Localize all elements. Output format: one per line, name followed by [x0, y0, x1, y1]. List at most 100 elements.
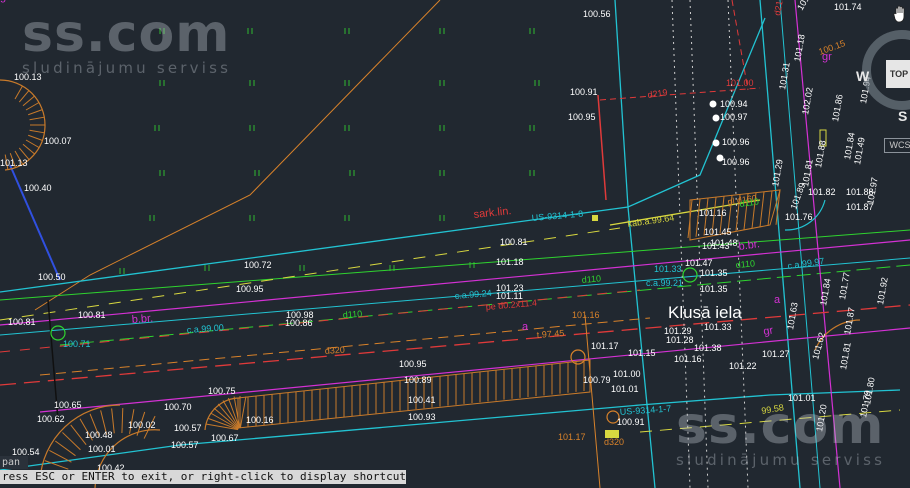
elevation-label: 101.74: [834, 2, 862, 12]
elevation-label: 100.67: [211, 433, 239, 443]
elevation-label: 100.79: [583, 375, 611, 385]
elevation-label: 100.72: [244, 260, 272, 270]
elevation-label: d110: [342, 309, 362, 320]
elevation-label: 101.33: [704, 322, 732, 332]
wcs-menu-button[interactable]: WCS: [884, 138, 910, 153]
elevation-label: sark.lin.: [473, 205, 512, 221]
elevation-label: 101.31: [777, 61, 792, 90]
elevation-label: 100.70: [164, 402, 192, 412]
elevation-label: 100.56: [583, 9, 611, 19]
elevation-label: 101.81: [838, 341, 853, 370]
elevation-label: 100.07: [44, 136, 72, 146]
elevation-label: 100.01: [88, 444, 116, 454]
elevation-label: 100.81: [78, 310, 106, 320]
manhole-symbol-2: [570, 349, 586, 365]
compass-south-label: S: [898, 108, 908, 124]
elevation-label: 100.48: [85, 430, 113, 440]
elevation-label: 101.17: [591, 341, 619, 351]
elevation-label: 100.86: [285, 318, 313, 328]
valve-dot-1: [709, 100, 717, 108]
elevation-label: 101.92: [875, 276, 890, 305]
elevation-label: 100.71: [63, 339, 91, 349]
elevation-label: 101.01: [611, 384, 639, 394]
elevation-label: 100.89: [404, 375, 432, 385]
elevation-label: d219: [772, 0, 785, 16]
elevation-label: 100.81: [8, 317, 36, 327]
elevation-label: 101.22: [729, 361, 757, 371]
elevation-label: 101.69: [795, 0, 817, 12]
elevation-label: 101.35: [700, 284, 728, 294]
elevation-label: 101.28: [666, 335, 694, 345]
elevation-label: US-9314-1-8: [531, 209, 583, 223]
elevation-label: 99.58: [761, 402, 785, 416]
viewcube-top-face[interactable]: TOP: [886, 60, 910, 88]
red-line-3: [597, 94, 607, 201]
elevation-label: 101.63: [785, 301, 800, 330]
grass-hatch-marks: [119, 28, 540, 274]
elevation-label: 101.29: [770, 158, 785, 187]
elevation-label: 100.02: [128, 420, 156, 430]
elevation-label: 100.81: [500, 237, 528, 247]
pipe-line-d110: [0, 229, 910, 301]
elevation-label: a: [774, 294, 781, 306]
elevation-label: 100.95: [399, 359, 427, 369]
elevation-label: 101.48: [710, 238, 738, 248]
hydrant-symbol: [50, 325, 66, 341]
elevation-label: 101.16: [699, 208, 727, 218]
elevation-label: 100.91: [570, 87, 598, 97]
boundary-magenta-1: [0, 239, 910, 326]
elevation-label: pe d0.2x11.4: [485, 298, 537, 312]
elevation-label: t.97.45: [536, 328, 564, 340]
orange-line-d320: [39, 317, 651, 376]
elevation-label: 100.40: [24, 183, 52, 193]
command-line-prompt[interactable]: ress ESC or ENTER to exit, or right-clic…: [0, 470, 406, 484]
elevation-label: d110: [581, 273, 601, 285]
elevation-label: 101.18: [496, 257, 524, 267]
elevation-label: 100.16: [246, 415, 274, 425]
elevation-label: 101.35: [700, 268, 728, 278]
viewcube[interactable]: TOP W S WCS: [856, 30, 910, 156]
elevation-label: kab.a.99.64: [627, 213, 675, 229]
elevation-label: 100.15: [817, 38, 846, 57]
elevation-label: 101.47: [685, 258, 713, 268]
elevation-label: 100.65: [54, 400, 82, 410]
red-line-2: [0, 289, 641, 353]
elevation-label: b.br.: [131, 313, 153, 326]
elevation-label: b.br.: [738, 238, 761, 253]
elevation-label: 101.86: [830, 93, 845, 122]
elevation-label: d110: [739, 196, 760, 209]
elevation-label: 101.97: [865, 176, 880, 205]
elevation-label: 100.95: [236, 284, 264, 294]
elevation-label: 102.02: [800, 86, 815, 115]
street-name: Klusā iela: [668, 303, 742, 322]
elevation-label: 100.93: [408, 412, 436, 422]
elevation-label: a: [522, 321, 529, 333]
elevation-label: 101.84: [818, 277, 833, 306]
elevation-label: 101.81: [800, 158, 815, 187]
elevation-label: 100.96: [722, 157, 750, 167]
elevation-label: 101.00: [726, 78, 754, 88]
elevation-label: 101.33: [654, 264, 682, 274]
elevation-label: 100.13: [14, 72, 42, 82]
elevation-label: 100.97: [720, 112, 748, 122]
elevation-label: c.a.99.00: [186, 322, 224, 335]
elevation-label: 100.91: [617, 417, 645, 427]
red-line-5: [731, 0, 749, 91]
elevation-label: 101.00: [613, 369, 641, 379]
drawing-canvas[interactable]: 100.56 100.13 100.07 100.40 100.50 100.81 100.…: [0, 0, 910, 488]
valve-dot-2: [712, 114, 720, 122]
elevation-label: 101.62: [810, 331, 827, 360]
elevation-label: 101.82: [808, 187, 836, 197]
elevation-label: 101.76: [785, 212, 813, 222]
cable-box: [592, 215, 598, 221]
elevation-label: 100.41: [408, 395, 436, 405]
elevation-label: 101.45: [704, 227, 732, 237]
pan-hand-icon: [893, 5, 905, 23]
elevation-label: 101.15: [628, 348, 656, 358]
elevation-label: 100.50: [38, 272, 66, 282]
elevation-label: c.a.99.21: [646, 278, 683, 288]
elevation-label: 101.18: [792, 33, 807, 62]
elevation-label: 101.27: [762, 349, 790, 359]
elevation-label: d219: [647, 87, 668, 100]
manhole-symbol: [682, 267, 698, 283]
